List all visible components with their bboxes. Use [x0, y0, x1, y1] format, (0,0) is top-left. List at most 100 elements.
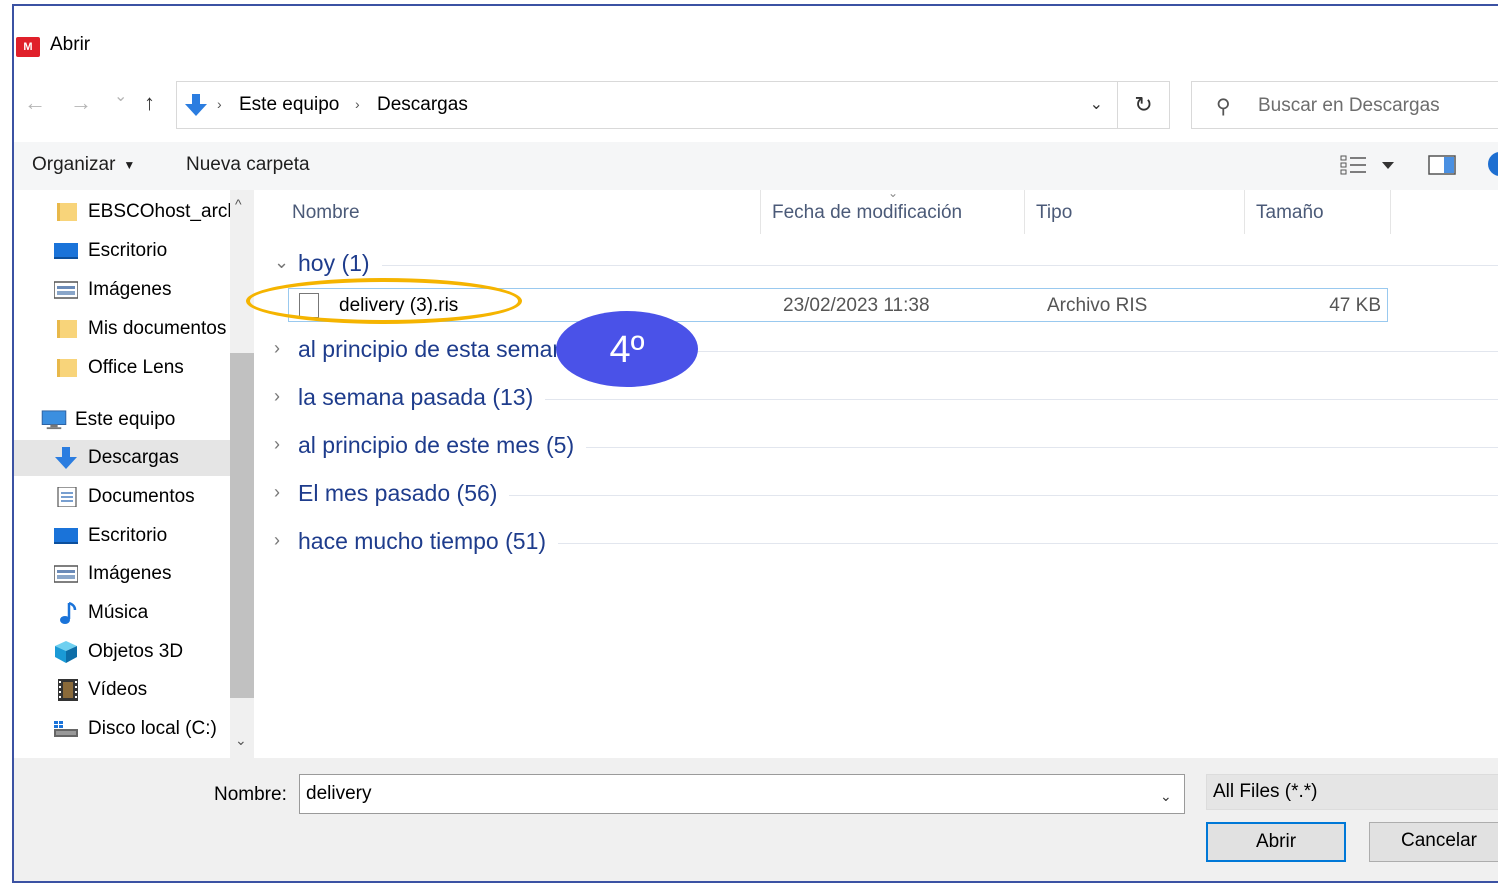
pictures-icon — [54, 281, 78, 299]
sidebar-item-label: Imágenes — [88, 563, 172, 584]
sidebar-item-label: Documentos — [88, 486, 195, 507]
group-header-hace-mucho[interactable]: › hace mucho tiempo (51) — [258, 524, 1498, 564]
group-header-este-mes[interactable]: › al principio de este mes (5) — [258, 428, 1498, 468]
chevron-down-icon[interactable]: ⌄ — [274, 252, 289, 273]
column-header-date[interactable]: Fecha de modificación — [772, 202, 962, 224]
step-badge: 4º — [556, 311, 698, 387]
sidebar-item-label: Escritorio — [88, 240, 168, 261]
filename-label: Nombre: — [214, 784, 287, 805]
breadcrumb-descargas[interactable]: Descargas — [377, 94, 468, 116]
sidebar-scrollbar[interactable]: ^ ⌄ — [230, 190, 254, 758]
scroll-thumb[interactable] — [230, 353, 254, 698]
sidebar-item-disco-local[interactable]: Disco local (C:) — [14, 711, 230, 747]
group-header-esta-semana[interactable]: › al principio de esta semana (4) — [258, 332, 1498, 372]
cancel-button[interactable]: Cancelar — [1369, 822, 1498, 862]
search-input[interactable]: ⚲ Buscar en Descargas — [1191, 81, 1498, 129]
breadcrumb-este-equipo[interactable]: Este equipo — [239, 94, 339, 116]
sidebar-item-label: Mis documentos — [88, 318, 227, 339]
group-label: hace mucho tiempo (51) — [298, 528, 559, 555]
address-dropdown-icon[interactable]: ⌄ — [1090, 94, 1103, 114]
chevron-right-icon[interactable]: › — [274, 434, 280, 455]
open-button[interactable]: Abrir — [1206, 822, 1346, 862]
organize-label: Organizar — [32, 154, 116, 175]
sidebar-item-label: Escritorio — [88, 525, 168, 546]
sidebar-item-objetos-3d[interactable]: Objetos 3D — [14, 634, 230, 670]
search-placeholder: Buscar en Descargas — [1258, 95, 1440, 116]
group-header-semana-pasada[interactable]: › la semana pasada (13) — [258, 380, 1498, 420]
navigation-pane: EBSCOhost_arch Escritorio Imágenes Mis d… — [14, 190, 256, 758]
pictures-icon — [54, 565, 78, 583]
filename-input[interactable]: delivery — [299, 774, 1185, 814]
chevron-right-icon[interactable]: › — [274, 482, 280, 503]
group-header-mes-pasado[interactable]: › El mes pasado (56) — [258, 476, 1498, 516]
open-file-dialog: M Abrir ← → ⌄ ↑ › Este equipo › Descarga… — [12, 4, 1498, 883]
sidebar-item-escritorio-2[interactable]: Escritorio — [14, 518, 230, 554]
sidebar-item-este-equipo[interactable]: Este equipo — [14, 402, 230, 438]
folder-icon — [57, 320, 77, 338]
sidebar-item-label: Música — [88, 602, 149, 623]
chevron-right-icon[interactable]: › — [274, 338, 280, 359]
group-label: El mes pasado (56) — [298, 480, 510, 507]
computer-icon — [41, 410, 67, 430]
column-header-type[interactable]: Tipo — [1036, 202, 1072, 224]
back-arrow-icon[interactable]: ← — [24, 90, 46, 116]
column-divider[interactable] — [760, 190, 761, 234]
folder-icon — [57, 359, 77, 377]
up-arrow-icon[interactable]: ↑ — [144, 90, 155, 116]
scroll-up-icon[interactable]: ^ — [235, 196, 242, 212]
cube-3d-icon — [55, 641, 77, 663]
dialog-footer: Nombre: delivery ⌄ All Files (*.*) Abrir… — [14, 758, 1498, 881]
download-arrow-icon — [185, 94, 207, 116]
caret-down-icon: ▼ — [123, 157, 136, 172]
organize-button[interactable]: Organizar ▼ — [32, 154, 135, 176]
sidebar-item-mis-documentos[interactable]: Mis documentos — [14, 311, 230, 347]
sidebar-item-label: Vídeos — [88, 679, 148, 700]
group-label: al principio de este mes (5) — [298, 432, 587, 459]
group-divider-line — [509, 495, 1498, 496]
view-options-icon[interactable] — [1340, 154, 1368, 176]
sidebar-item-escritorio[interactable]: Escritorio — [14, 233, 230, 269]
sidebar-item-musica[interactable]: Música — [14, 595, 230, 631]
film-strip-icon — [58, 679, 78, 701]
chevron-right-icon[interactable]: › — [274, 386, 280, 407]
file-date: 23/02/2023 11:38 — [783, 295, 930, 316]
file-type-select[interactable]: All Files (*.*) — [1206, 774, 1498, 810]
new-folder-button[interactable]: Nueva carpeta — [186, 154, 310, 176]
search-icon: ⚲ — [1216, 96, 1231, 118]
desktop-icon — [54, 528, 78, 544]
group-label: hoy (1) — [298, 250, 382, 277]
sidebar-item-label: Office Lens — [88, 357, 184, 378]
sidebar-item-label: EBSCOhost_arch — [88, 201, 230, 222]
file-type: Archivo RIS — [1047, 295, 1148, 316]
dialog-title: Abrir — [50, 34, 91, 55]
refresh-button[interactable]: ↻ — [1118, 81, 1170, 129]
command-toolbar: Organizar ▼ Nueva carpeta — [14, 142, 1498, 190]
sidebar-item-label: Disco local (C:) — [88, 718, 217, 739]
column-header-size[interactable]: Tamaño — [1256, 202, 1324, 224]
app-logo-icon: M — [16, 37, 40, 57]
preview-pane-icon[interactable] — [1428, 154, 1456, 176]
column-divider[interactable] — [1244, 190, 1245, 234]
group-divider-line — [625, 351, 1498, 352]
chevron-right-icon[interactable]: › — [274, 530, 280, 551]
forward-arrow-icon[interactable]: → — [70, 90, 92, 116]
column-header-name[interactable]: Nombre — [292, 202, 360, 224]
recent-locations-icon[interactable]: ⌄ — [114, 86, 127, 106]
sidebar-item-imagenes-2[interactable]: Imágenes — [14, 556, 230, 592]
scroll-down-icon[interactable]: ⌄ — [235, 732, 247, 749]
sidebar-item-office-lens[interactable]: Office Lens — [14, 350, 230, 386]
sidebar-item-imagenes[interactable]: Imágenes — [14, 272, 230, 308]
sidebar-item-ebscohost[interactable]: EBSCOhost_arch — [14, 194, 230, 230]
sidebar-item-documentos[interactable]: Documentos — [14, 479, 230, 515]
sort-indicator-icon: ⌄ — [888, 186, 899, 200]
sidebar-item-descargas[interactable]: Descargas — [14, 440, 230, 476]
column-divider[interactable] — [1390, 190, 1391, 234]
view-dropdown-icon[interactable] — [1380, 154, 1396, 176]
folder-icon — [57, 203, 77, 221]
sidebar-item-videos[interactable]: Vídeos — [14, 672, 230, 708]
column-divider[interactable] — [1024, 190, 1025, 234]
address-bar[interactable]: › Este equipo › Descargas ⌄ — [176, 81, 1118, 129]
sidebar-item-label: Imágenes — [88, 279, 172, 300]
group-divider-line — [545, 399, 1498, 400]
chevron-down-icon[interactable]: ⌄ — [1160, 788, 1172, 805]
